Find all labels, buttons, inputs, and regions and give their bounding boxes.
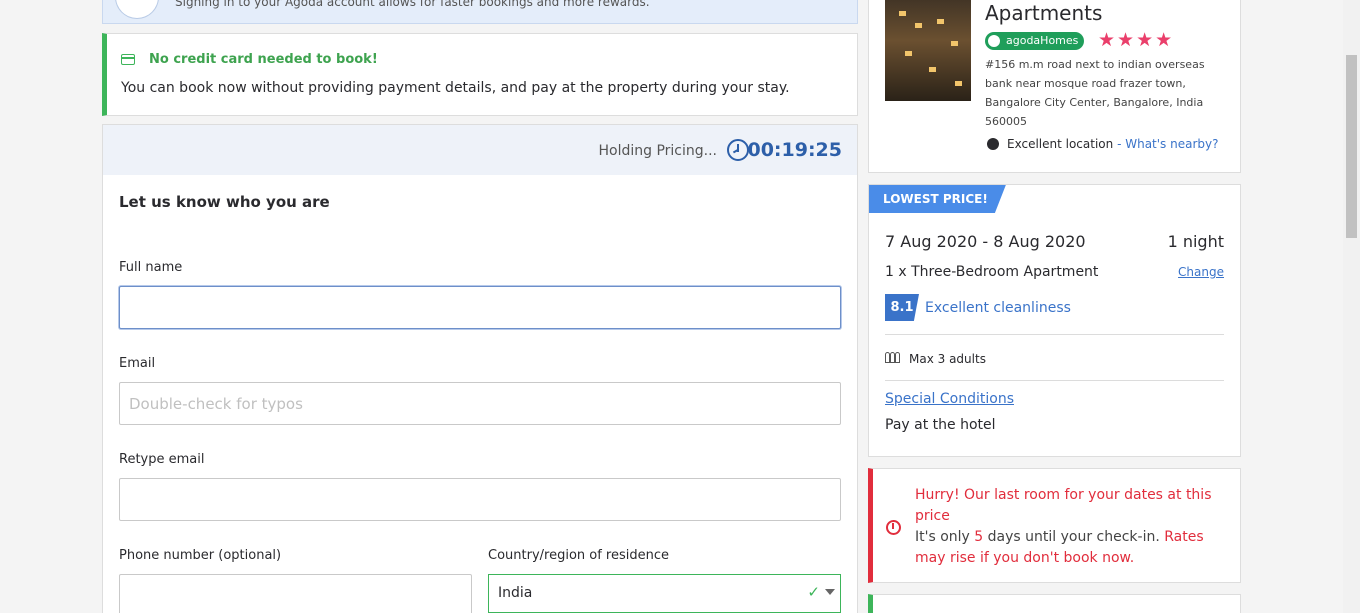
page-scrollbar[interactable] xyxy=(1343,0,1360,613)
special-conditions-link[interactable]: Special Conditions xyxy=(885,391,1014,407)
phone-input[interactable] xyxy=(119,574,472,613)
country-label: Country/region of residence xyxy=(488,548,670,563)
price-hold-bar: Holding Pricing... 00:19:25 xyxy=(103,125,857,175)
full-name-input[interactable] xyxy=(119,286,841,329)
room-type: 1 x Three-Bedroom Apartment xyxy=(885,264,1099,280)
no-credit-card-title: No credit card needed to book! xyxy=(149,52,378,67)
location-label: Excellent location xyxy=(1007,137,1114,151)
hotel-summary-card: Apartments agodaHomes ★★★★ #156 m.m road… xyxy=(868,0,1241,173)
home-icon xyxy=(988,35,1000,47)
retype-email-label: Retype email xyxy=(119,452,205,467)
guest-details-form: Holding Pricing... 00:19:25 Let us know … xyxy=(102,124,858,613)
check-icon: ✓ xyxy=(807,583,820,601)
hotel-address: #156 m.m road next to indian overseas ba… xyxy=(985,58,1205,128)
whats-nearby-link[interactable]: What's nearby? xyxy=(1125,137,1218,151)
next-notice-card xyxy=(868,594,1241,613)
cleanliness-label: Excellent cleanliness xyxy=(925,300,1071,316)
hotel-name: Apartments xyxy=(985,1,1103,25)
hold-timer: 00:19:25 xyxy=(747,139,842,161)
lowest-price-badge: LOWEST PRICE! xyxy=(869,185,1006,213)
country-value: India xyxy=(498,585,533,601)
hotel-photo[interactable] xyxy=(885,0,971,101)
no-credit-card-description: You can book now without providing payme… xyxy=(121,80,790,96)
booking-summary-card: LOWEST PRICE! 7 Aug 2020 - 8 Aug 2020 1 … xyxy=(868,184,1241,457)
scrollbar-thumb[interactable] xyxy=(1346,55,1357,238)
location-rating: Excellent location - What's nearby? xyxy=(987,137,1218,151)
payment-method: Pay at the hotel xyxy=(885,417,996,433)
stay-dates: 7 Aug 2020 - 8 Aug 2020 xyxy=(885,232,1086,251)
email-input[interactable] xyxy=(119,382,841,425)
country-select[interactable]: India ✓ xyxy=(488,574,841,613)
clock-icon xyxy=(727,139,749,161)
night-count: 1 night xyxy=(1167,232,1224,251)
retype-email-input[interactable] xyxy=(119,478,841,521)
change-room-link[interactable]: Change xyxy=(1178,265,1224,279)
urgency-description: It's only 5 days until your check-in. Ra… xyxy=(915,529,1204,566)
guests-icon xyxy=(885,352,901,364)
urgency-title: Hurry! Our last room for your dates at t… xyxy=(915,487,1212,524)
chevron-down-icon xyxy=(825,589,835,595)
full-name-label: Full name xyxy=(119,260,183,275)
star-rating: ★★★★ xyxy=(1098,29,1175,51)
phone-label: Phone number (optional) xyxy=(119,548,282,563)
agoda-homes-label: agodaHomes xyxy=(1006,34,1079,47)
form-heading: Let us know who you are xyxy=(119,193,330,211)
cloud-illustration-icon xyxy=(115,0,159,19)
signin-banner-text: Signing in to your Agoda account allows … xyxy=(175,0,650,9)
credit-card-icon xyxy=(121,54,135,65)
alarm-icon xyxy=(886,520,901,535)
divider xyxy=(885,334,1224,335)
cleanliness-score: 8.1 xyxy=(885,294,919,321)
max-occupancy: Max 3 adults xyxy=(909,352,986,366)
signin-banner: Signing in to your Agoda account allows … xyxy=(102,0,858,24)
urgency-notice: Hurry! Our last room for your dates at t… xyxy=(868,468,1241,583)
medal-icon xyxy=(987,138,999,150)
email-label: Email xyxy=(119,356,156,371)
days-until-checkin: 5 xyxy=(974,529,984,545)
divider xyxy=(885,380,1224,381)
no-credit-card-notice: No credit card needed to book! You can b… xyxy=(102,33,858,116)
holding-pricing-label: Holding Pricing... xyxy=(598,143,717,159)
agoda-homes-badge: agodaHomes xyxy=(985,32,1085,50)
